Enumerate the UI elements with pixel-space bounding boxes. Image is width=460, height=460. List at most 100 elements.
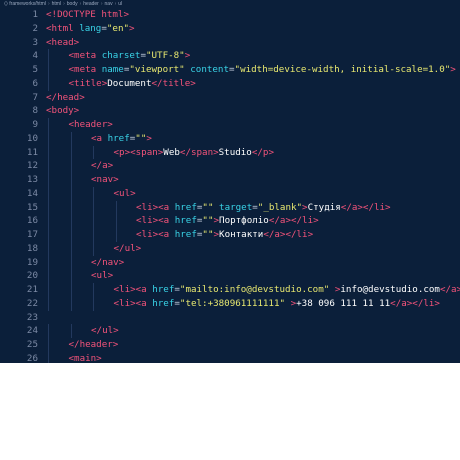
- breadcrumb-item[interactable]: header: [83, 1, 99, 7]
- indent-guide: [48, 200, 49, 215]
- code-line[interactable]: 2 <html lang="en">: [0, 22, 460, 36]
- indent-guide: [48, 173, 49, 187]
- code-line[interactable]: 21 <li><a href="mailto:info@devstudio.com…: [0, 283, 460, 297]
- code-line[interactable]: 3 <head>: [0, 36, 460, 50]
- line-number: 11: [26, 146, 38, 158]
- code-token: href: [169, 201, 197, 213]
- code-token: Студія: [307, 201, 341, 213]
- code-token: charset: [96, 50, 141, 62]
- line-number: 14: [26, 187, 38, 199]
- indent-guide: [48, 63, 49, 77]
- code-token: >: [146, 132, 152, 144]
- code-token: href: [169, 229, 197, 240]
- code-line[interactable]: 1 <!DOCTYPE html>: [0, 8, 460, 22]
- code-token: Портфоліо: [219, 215, 269, 227]
- code-line[interactable]: 16 <li><a href="">Портфоліо</a></li>: [0, 214, 460, 228]
- code-token: href: [102, 132, 130, 144]
- code-token: "": [202, 215, 214, 227]
- code-line[interactable]: 24 </ul>: [0, 324, 460, 338]
- code-line[interactable]: 15 <li><a href="" target="_blank">Студія<…: [0, 200, 460, 215]
- code-token: "UTF-8": [145, 50, 185, 62]
- indent-guide: [93, 145, 94, 160]
- code-token: <nav>: [91, 174, 119, 185]
- indent-guide: [48, 283, 49, 297]
- code-line[interactable]: 12 </a>: [0, 159, 460, 173]
- code-token: <li><a: [113, 284, 147, 295]
- code-token: Studio: [218, 146, 252, 158]
- breadcrumb-item[interactable]: html: [52, 1, 61, 7]
- indent-guide: [93, 214, 94, 228]
- code-line[interactable]: 20 <ul>: [0, 269, 460, 283]
- line-number: 19: [26, 256, 38, 268]
- code-token: content: [184, 64, 229, 75]
- code-token: "": [202, 201, 214, 213]
- indent-guide: [48, 351, 49, 363]
- code-text: <li><a href="" target="_blank">Студія</a…: [136, 201, 391, 215]
- indent-guide: [48, 338, 49, 352]
- code-line[interactable]: 9 <header>: [0, 118, 460, 132]
- code-token: href: [146, 284, 175, 295]
- indent-guide: [93, 228, 94, 242]
- code-line[interactable]: 13 <nav>: [0, 173, 460, 187]
- code-text: <!DOCTYPE html>: [46, 8, 129, 22]
- code-line[interactable]: 17 <li><a href="">Контакти</a></li>: [0, 228, 460, 242]
- code-line[interactable]: 11 <p><span>Web</span>Studio</p>: [0, 145, 460, 160]
- code-token: >: [184, 50, 191, 62]
- code-text: <main>: [69, 352, 102, 363]
- code-text: </nav>: [91, 256, 124, 270]
- line-number: 4: [32, 50, 38, 62]
- code-token: </a></li>: [340, 201, 391, 213]
- code-token: <p><span>: [113, 146, 164, 158]
- code-token: <header>: [68, 119, 113, 130]
- code-line[interactable]: 4 <meta charset="UTF-8">: [0, 49, 460, 63]
- indent-guide: [48, 241, 49, 256]
- indent-guide: [115, 200, 117, 215]
- code-token: >: [450, 64, 456, 75]
- code-line[interactable]: 19 </nav>: [0, 255, 460, 270]
- code-line[interactable]: 6 <title>Document</title>: [0, 76, 460, 91]
- code-token: </nav>: [91, 256, 125, 268]
- code-token: +38 096 111 11 11: [296, 297, 391, 309]
- code-line[interactable]: 10 <a href="">: [0, 131, 460, 146]
- code-token: </ul>: [113, 242, 142, 254]
- code-line[interactable]: 18 </ul>: [0, 241, 460, 256]
- code-token: <main>: [68, 352, 102, 363]
- indent-guide: [48, 159, 49, 173]
- code-lines[interactable]: 1 <!DOCTYPE html> 2 <html lang="en"> 3 <head>…: [0, 8, 460, 363]
- code-token: <li><a: [113, 297, 147, 309]
- code-line[interactable]: 7 </head>: [0, 91, 460, 105]
- breadcrumb-item[interactable]: ul: [118, 1, 122, 7]
- code-token: </head>: [46, 91, 85, 103]
- code-line[interactable]: 25 </header>: [0, 338, 460, 352]
- code-token: Контакти: [219, 229, 264, 240]
- code-line[interactable]: 8 <body>: [0, 104, 460, 118]
- code-text: </head>: [46, 91, 85, 105]
- indent-guide: [93, 241, 94, 256]
- breadcrumb-item[interactable]: ⟨⟩ frameworks/html: [4, 1, 46, 7]
- indent-guide: [115, 214, 117, 228]
- code-token: <li><a: [136, 229, 170, 240]
- code-text: <ul>: [114, 187, 136, 201]
- code-token: "tel:+380961111111": [179, 297, 286, 309]
- code-token: </title>: [151, 77, 196, 89]
- code-line[interactable]: 22 <li><a href="tel:+380961111111" >+38 0…: [0, 296, 460, 311]
- breadcrumb-item[interactable]: nav: [105, 1, 113, 7]
- code-text: <li><a href="">Контакти</a></li>: [136, 228, 313, 242]
- indent-guide: [70, 241, 72, 256]
- code-editor[interactable]: ⟨⟩ frameworks/html › html › body › header › nav ›…: [0, 0, 460, 363]
- code-token: </a></li>: [439, 284, 460, 295]
- code-line[interactable]: 26 <main>: [0, 351, 460, 363]
- code-line[interactable]: 14 <ul>: [0, 186, 460, 201]
- code-token: "": [135, 132, 147, 144]
- code-text: <nav>: [91, 173, 119, 187]
- code-line[interactable]: 5 <meta name="viewport" content="width=de…: [0, 63, 460, 77]
- code-text: </a>: [91, 159, 113, 173]
- breadcrumb-item[interactable]: body: [67, 1, 78, 7]
- code-line[interactable]: 23: [0, 311, 460, 325]
- indent-guide: [70, 186, 72, 201]
- line-number: 24: [26, 325, 38, 337]
- line-number: 10: [26, 132, 38, 144]
- line-number: 18: [26, 242, 38, 254]
- line-number: 3: [32, 36, 38, 48]
- code-text: <ul>: [91, 269, 113, 283]
